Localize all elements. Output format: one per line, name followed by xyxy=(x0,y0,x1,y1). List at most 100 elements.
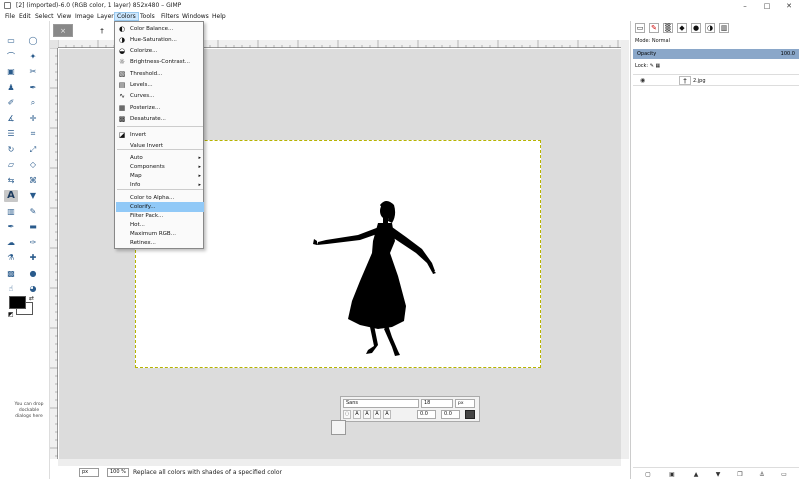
menu-item-retinex[interactable]: Retinex... xyxy=(116,238,204,248)
rotate-icon[interactable]: ↻ xyxy=(4,144,18,156)
menu-item-hue-saturation[interactable]: ◑ Hue-Saturation... xyxy=(116,35,204,45)
duplicate-layer-icon[interactable]: ❐ xyxy=(735,470,745,479)
airbrush-icon[interactable]: ☁ xyxy=(4,237,18,249)
patterns-tab-icon[interactable]: ▒ xyxy=(663,23,673,33)
bucket-fill-icon[interactable]: ▼ xyxy=(26,190,40,202)
flip-icon[interactable]: ⇆ xyxy=(4,175,18,187)
brushes-tab-icon[interactable]: ✎ xyxy=(649,23,659,33)
fuzzy-select-icon[interactable]: ✦ xyxy=(26,51,40,63)
rect-select-icon[interactable]: ▭ xyxy=(4,35,18,47)
maximize-button[interactable]: □ xyxy=(756,0,778,12)
menu-item-colorize[interactable]: ◒ Colorize... xyxy=(116,46,204,56)
layer-name[interactable]: 2.jpg xyxy=(693,78,706,84)
pencil-icon[interactable]: ✎ xyxy=(26,206,40,218)
menu-item-color-balance[interactable]: ◐ Color Balance... xyxy=(116,24,204,34)
fonts-tab-icon[interactable]: ◆ xyxy=(677,23,687,33)
underline-button[interactable]: A xyxy=(373,410,381,419)
lock-alpha-icon[interactable]: ▦ xyxy=(655,63,660,69)
image-tab-1[interactable]: × xyxy=(53,24,73,37)
baseline-field[interactable]: 0.0 xyxy=(417,410,436,419)
free-select-icon[interactable]: ⌒ xyxy=(4,51,18,63)
crop-icon[interactable]: ⌗ xyxy=(26,128,40,140)
raise-layer-icon[interactable]: ▲ xyxy=(691,470,701,479)
blur-icon[interactable]: ● xyxy=(26,268,40,280)
menu-item-curves[interactable]: ∿ Curves... xyxy=(116,91,204,101)
perspective-icon[interactable]: ◇ xyxy=(26,159,40,171)
menu-item-levels[interactable]: ▤ Levels... xyxy=(116,80,204,90)
select-by-color-icon[interactable]: ▣ xyxy=(4,66,18,78)
move-icon[interactable]: ✛ xyxy=(26,113,40,125)
align-icon[interactable]: ☰ xyxy=(4,128,18,140)
foreground-color-front[interactable] xyxy=(9,296,26,309)
gradients-tab-icon[interactable]: ● xyxy=(691,23,701,33)
kerning-field[interactable]: 0.0 xyxy=(441,410,460,419)
opacity-slider[interactable]: Opacity 100.0 xyxy=(633,49,799,59)
clear-style-button[interactable]: ◌ xyxy=(343,410,351,419)
paintbrush-icon[interactable]: ✒ xyxy=(4,221,18,233)
anchor-layer-icon[interactable]: ⚓ xyxy=(757,470,767,479)
layer-row[interactable]: ◉ † 2.jpg xyxy=(633,74,799,86)
ink-icon[interactable]: ✑ xyxy=(26,237,40,249)
zoom-icon[interactable]: ⌕ xyxy=(26,97,40,109)
menu-image[interactable]: Image xyxy=(73,12,96,21)
delete-layer-icon[interactable]: ▭ xyxy=(779,470,789,479)
layer-mode-label[interactable]: Mode: Normal xyxy=(635,38,670,44)
bold-button[interactable]: A xyxy=(353,410,361,419)
tool-options-tab-icon[interactable]: ▭ xyxy=(635,23,645,33)
menu-windows[interactable]: Windows xyxy=(180,12,211,21)
visibility-eye-icon[interactable]: ◉ xyxy=(640,77,645,84)
dodge-burn-icon[interactable]: ◕ xyxy=(26,283,40,295)
ellipse-select-icon[interactable]: ◯ xyxy=(26,35,40,47)
font-size-field[interactable]: 18 xyxy=(421,399,453,408)
strikethrough-button[interactable]: A xyxy=(383,410,391,419)
color-picker-icon[interactable]: ✐ xyxy=(4,97,18,109)
text-icon[interactable]: A xyxy=(4,190,18,202)
new-layer-group-icon[interactable]: ▣ xyxy=(667,470,677,479)
menu-item-invert[interactable]: ◪ Invert xyxy=(116,130,204,140)
menu-filters[interactable]: Filters xyxy=(159,12,181,21)
reset-colors-icon[interactable]: ◩ xyxy=(8,311,14,318)
paths-icon[interactable]: ✒ xyxy=(26,82,40,94)
blend-icon[interactable]: ▥ xyxy=(4,206,18,218)
menu-tools[interactable]: Tools xyxy=(138,12,157,21)
clone-icon[interactable]: ⚗ xyxy=(4,252,18,264)
heal-icon[interactable]: ✚ xyxy=(26,252,40,264)
menu-item-posterize[interactable]: ▦ Posterize... xyxy=(116,103,204,113)
eraser-icon[interactable]: ▬ xyxy=(26,221,40,233)
font-unit-select[interactable]: px xyxy=(455,399,475,408)
horizontal-scrollbar[interactable] xyxy=(58,459,621,466)
font-field[interactable]: Sans xyxy=(343,399,419,408)
foreground-select-icon[interactable]: ♟ xyxy=(4,82,18,94)
smudge-icon[interactable]: ☝ xyxy=(4,283,18,295)
close-button[interactable]: ✕ xyxy=(778,0,800,12)
vertical-ruler[interactable] xyxy=(50,48,58,459)
image-tab-2[interactable]: † xyxy=(92,24,112,37)
unit-select[interactable]: px xyxy=(79,468,99,477)
images-tab-icon[interactable]: ▥ xyxy=(719,23,729,33)
italic-button[interactable]: A xyxy=(363,410,371,419)
text-box-handle[interactable] xyxy=(331,420,346,435)
lower-layer-icon[interactable]: ▼ xyxy=(713,470,723,479)
shear-icon[interactable]: ▱ xyxy=(4,159,18,171)
menu-item-brightness-contrast[interactable]: ☼ Brightness-Contrast... xyxy=(116,57,204,67)
perspective-clone-icon[interactable]: ▩ xyxy=(4,268,18,280)
scissors-icon[interactable]: ✂ xyxy=(26,66,40,78)
new-layer-icon[interactable]: ▢ xyxy=(643,470,653,479)
cage-icon[interactable]: ⌘ xyxy=(26,175,40,187)
menu-file[interactable]: File xyxy=(3,12,17,21)
swap-colors-icon[interactable]: ⇄ xyxy=(29,295,34,302)
zoom-select[interactable]: 100 % xyxy=(107,468,129,477)
minimize-button[interactable]: – xyxy=(734,0,756,12)
menu-help[interactable]: Help xyxy=(210,12,228,21)
menu-view[interactable]: View xyxy=(55,12,73,21)
menu-item-threshold[interactable]: ▧ Threshold... xyxy=(116,69,204,79)
menu-edit[interactable]: Edit xyxy=(17,12,33,21)
measure-icon[interactable]: ∡ xyxy=(4,113,18,125)
menu-layer[interactable]: Layer xyxy=(95,12,116,21)
menu-select[interactable]: Select xyxy=(33,12,56,21)
text-color-swatch[interactable] xyxy=(465,410,475,419)
vertical-scrollbar[interactable] xyxy=(621,40,629,459)
scale-icon[interactable]: ⤢ xyxy=(26,144,40,156)
document-history-tab-icon[interactable]: ◑ xyxy=(705,23,715,33)
menu-colors[interactable]: Colors xyxy=(114,12,139,21)
